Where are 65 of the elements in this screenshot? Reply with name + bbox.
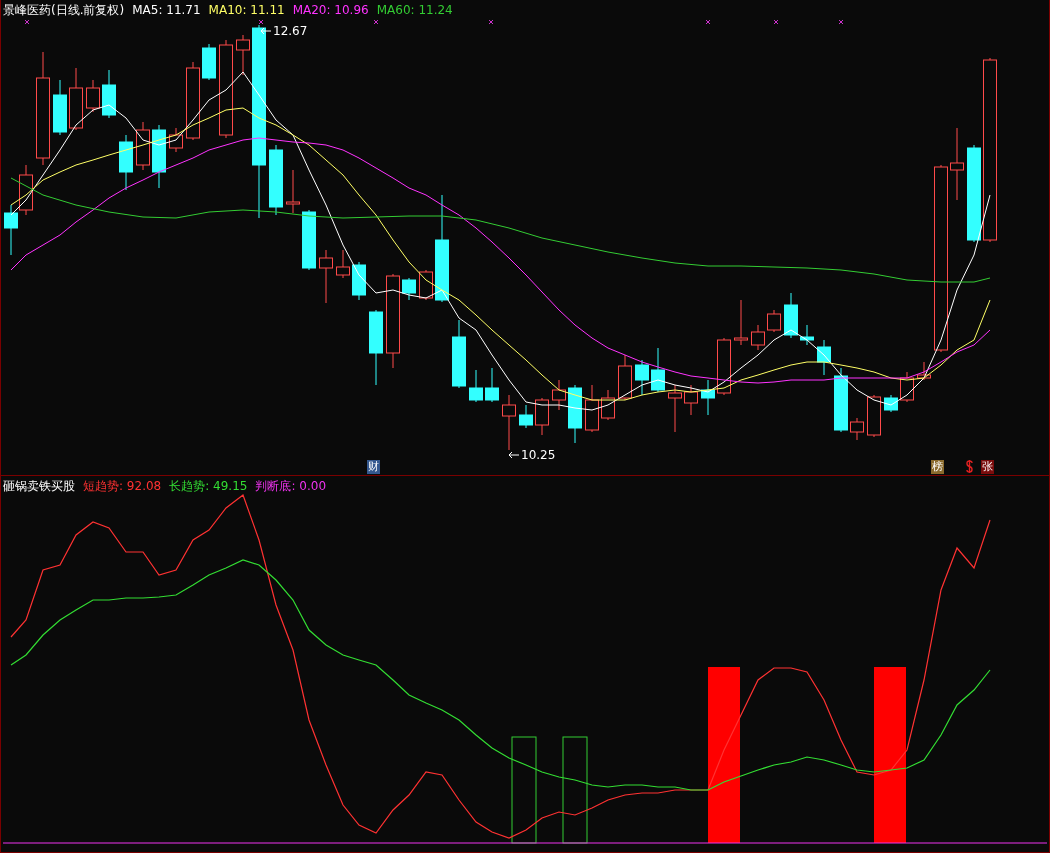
candlestick [286, 169, 300, 214]
candlestick [734, 299, 748, 346]
moving-average-value: MA20: 10.96 [292, 2, 369, 19]
arrow-icon [260, 27, 272, 35]
candlestick [469, 369, 483, 403]
candlestick [635, 359, 649, 396]
candlestick [717, 337, 731, 396]
indicator-title: 砸锅卖铁买股 [3, 478, 75, 495]
candlestick [651, 347, 665, 393]
moving-average-value: MA60: 11.24 [376, 2, 453, 19]
indicator-value: 短趋势: 92.08 [83, 478, 162, 495]
event-tag[interactable]: 张 [981, 460, 994, 474]
candlestick [336, 249, 350, 279]
candlestick [352, 261, 366, 301]
moving-average-value: MA5: 11.71 [132, 2, 201, 19]
candlestick [319, 249, 333, 304]
candlestick [784, 292, 798, 339]
candlestick [917, 361, 931, 381]
candlestick [69, 67, 83, 131]
candlestick [236, 34, 250, 76]
candlestick [751, 324, 765, 351]
candlestick [102, 69, 116, 119]
candlestick [485, 367, 499, 403]
candlestick [502, 394, 516, 451]
candlestick [19, 164, 33, 216]
candlestick [867, 394, 881, 438]
arrow-icon [508, 451, 520, 459]
candlestick [668, 384, 682, 433]
candlestick [169, 127, 183, 153]
stock-title: 景峰医药(日线.前复权) [3, 2, 125, 19]
candlestick [119, 134, 133, 191]
candlestick [136, 121, 150, 171]
candlestick [552, 379, 566, 411]
candlestick [535, 397, 549, 436]
moving-average-value: MA10: 11.11 [208, 2, 285, 19]
candlestick [302, 209, 316, 271]
dollar-sign-icon[interactable] [965, 460, 974, 473]
candlestick [817, 339, 831, 376]
indicator-value: 长趋势: 49.15 [169, 478, 248, 495]
candlestick [202, 43, 216, 81]
candlestick [900, 371, 914, 403]
candlestick [701, 379, 715, 416]
candlestick [269, 144, 283, 216]
candlestick [800, 324, 814, 346]
event-tag[interactable]: 榜 [931, 460, 944, 474]
candlestick [402, 277, 416, 301]
candlestick [834, 367, 848, 433]
candlestick [767, 309, 781, 333]
indicator-value: 判断底: 0.00 [255, 478, 326, 495]
candlestick [519, 404, 533, 429]
high-price-label: 12.67 [273, 24, 308, 38]
candlestick [618, 354, 632, 401]
candlestick [684, 384, 698, 416]
candlestick [850, 417, 864, 441]
low-price-label: 10.25 [521, 448, 556, 462]
candlestick [419, 269, 433, 301]
candlestick [452, 319, 466, 389]
event-tag[interactable]: 财 [367, 460, 380, 474]
candlestick [152, 124, 166, 189]
candlestick [53, 79, 67, 136]
candlestick [585, 384, 599, 433]
candlestick [4, 204, 18, 256]
candlestick [601, 389, 615, 421]
candlestick [568, 384, 582, 444]
candlestick [86, 79, 100, 113]
